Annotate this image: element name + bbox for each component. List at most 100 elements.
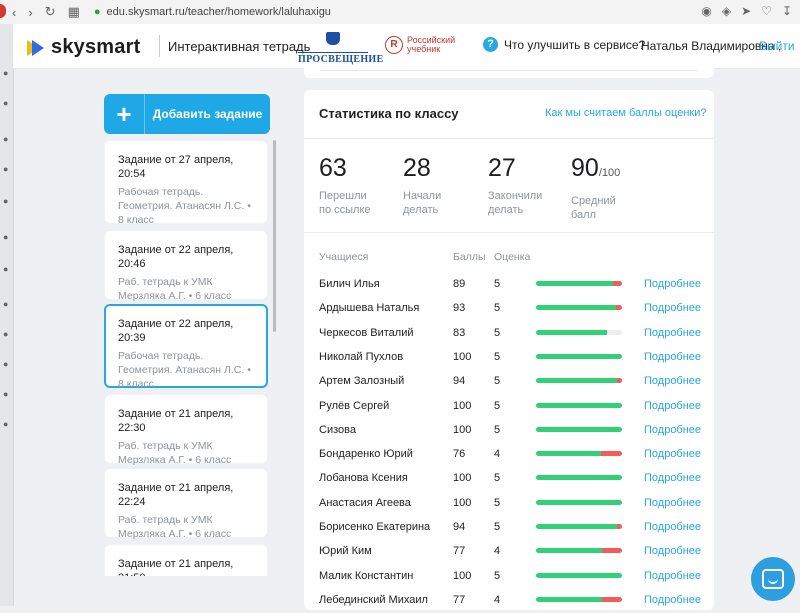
correct-portion <box>536 378 617 384</box>
divider <box>304 138 714 139</box>
side-app-icon[interactable]: ● <box>3 196 8 206</box>
task-card[interactable]: Задание от 21 апреля, 21:50 <box>104 544 268 576</box>
student-name: Черкесов Виталий <box>319 326 414 339</box>
correct-portion <box>536 305 616 311</box>
details-link[interactable]: Подробнее <box>644 400 701 412</box>
correct-portion <box>536 451 602 457</box>
support-chat-button[interactable] <box>751 557 795 601</box>
table-row: Борисенко Екатерина 94 5 Подробнее <box>304 516 714 540</box>
add-task-button[interactable]: + Добавить задание <box>104 94 270 134</box>
prosveshchenie-logo: ПРОСВЕЩЕНИЕ <box>298 32 384 65</box>
metric-suffix: /100 <box>598 167 621 179</box>
details-link[interactable]: Подробнее <box>644 545 701 557</box>
lock-icon: ● <box>93 6 101 18</box>
russian-textbook-icon: R <box>385 36 403 54</box>
task-card[interactable]: Задание от 27 апреля, 20:54 Рабочая тетр… <box>104 140 268 226</box>
details-link[interactable]: Подробнее <box>644 424 701 436</box>
metric-value: 27 <box>488 154 516 182</box>
table-row: Билич Илья 89 5 Подробнее <box>304 273 714 297</box>
details-link[interactable]: Подробнее <box>644 351 701 363</box>
task-description: Раб. тетрадь к УМК Мерзляка А.Г. • 6 кла… <box>118 276 232 302</box>
details-link[interactable]: Подробнее <box>644 327 701 339</box>
side-app-icon[interactable]: ● <box>3 389 8 399</box>
result-bar <box>536 329 622 335</box>
side-app-icon[interactable]: ● <box>3 134 8 144</box>
task-card[interactable]: Задание от 21 апреля, 22:30 Раб. тетрадь… <box>104 394 268 466</box>
reload-icon[interactable]: ↻ <box>45 4 56 20</box>
task-description: Рабочая тетрадь. Геометрия. Атанасян Л.С… <box>118 186 251 226</box>
correct-portion <box>536 402 622 408</box>
result-bar <box>536 378 622 384</box>
metric-label: Начали делать <box>403 190 442 216</box>
table-row: Сизова 100 5 Подробнее <box>304 419 714 443</box>
student-score: 100 <box>453 399 472 412</box>
forward-icon[interactable]: › <box>28 5 32 20</box>
side-app-icon[interactable]: ● <box>3 98 8 108</box>
details-link[interactable]: Подробнее <box>644 448 701 460</box>
student-name: Борисенко Екатерина <box>319 521 431 533</box>
task-card[interactable]: Задание от 21 апреля, 22:24 Раб. тетрадь… <box>104 468 268 540</box>
metric-label: Средний балл <box>571 195 616 221</box>
shield-icon[interactable]: ◈ <box>722 4 731 18</box>
side-app-icon[interactable]: ● <box>3 264 8 274</box>
side-app-icon[interactable]: ● <box>3 419 8 429</box>
details-link[interactable]: Подробнее <box>644 302 701 314</box>
camera-icon[interactable]: ◉ <box>701 4 711 18</box>
task-card[interactable]: Задание от 22 апреля, 20:46 Раб. тетрадь… <box>104 230 268 302</box>
metric-finished: 27 Закончили делать <box>488 154 542 217</box>
metric-value: 90 <box>571 154 599 182</box>
side-app-icon[interactable]: ● <box>3 164 8 174</box>
metric-value: 63 <box>319 154 347 182</box>
details-link[interactable]: Подробнее <box>644 594 701 606</box>
section-title: Интерактивная тетрадь <box>168 39 311 54</box>
send-icon[interactable]: ➤ <box>741 4 751 18</box>
student-score: 94 <box>453 375 466 388</box>
improve-service-link[interactable]: ? Что улучшить в сервисе? <box>483 37 645 52</box>
header-divider <box>159 35 160 57</box>
side-app-icon[interactable]: ● <box>3 329 8 339</box>
plus-icon: + <box>104 94 145 134</box>
back-icon[interactable]: ‹ <box>12 5 16 20</box>
student-score: 83 <box>453 326 466 339</box>
side-app-icon[interactable]: ● <box>3 359 8 369</box>
details-link[interactable]: Подробнее <box>644 375 701 387</box>
address-bar[interactable]: edu.skysmart.ru/teacher/homework/laluhax… <box>107 6 331 18</box>
details-link[interactable]: Подробнее <box>644 472 701 484</box>
result-bar <box>536 426 622 432</box>
logout-link[interactable]: Выйти <box>759 39 795 53</box>
student-grade: 5 <box>494 496 501 509</box>
details-link[interactable]: Подробнее <box>644 497 701 509</box>
browser-logo-icon <box>0 4 6 18</box>
russian-textbook-label: Российский учебник <box>407 35 456 54</box>
result-bar <box>536 524 622 529</box>
student-name: Лебединский Михаил <box>319 593 428 606</box>
scoring-help-link[interactable]: Как мы считаем баллы оценки? <box>545 107 706 119</box>
wrong-portion <box>602 596 622 602</box>
task-list-scrollbar[interactable] <box>273 140 276 332</box>
side-app-icon[interactable]: ● <box>3 299 8 309</box>
wrong-portion <box>602 548 622 554</box>
prosveshchenie-label: ПРОСВЕЩЕНИЕ <box>298 52 384 65</box>
download-icon[interactable]: ↧ <box>782 4 792 18</box>
student-name: Анастасия Агеева <box>319 496 411 509</box>
grid-icon[interactable]: ▦ <box>68 4 80 20</box>
result-bar <box>536 305 622 311</box>
correct-portion <box>536 596 603 602</box>
details-link[interactable]: Подробнее <box>644 521 701 533</box>
skysmart-logo[interactable]: skysmart <box>27 36 140 59</box>
task-title: Задание от 21 апреля, 22:24 <box>118 482 234 508</box>
task-description: Раб. тетрадь к УМК Мерзляка А.Г. • 6 кла… <box>118 514 232 540</box>
student-grade: 4 <box>494 448 501 461</box>
details-link[interactable]: Подробнее <box>644 570 701 582</box>
column-header-score: Баллы <box>453 251 486 263</box>
side-app-icon[interactable]: ● <box>3 68 8 78</box>
heart-icon[interactable]: ♡ <box>761 4 772 18</box>
side-app-icon[interactable]: ● <box>3 232 8 242</box>
wrong-portion <box>615 305 622 311</box>
details-link[interactable]: Подробнее <box>644 278 701 290</box>
task-card-selected[interactable]: Задание от 22 апреля, 20:39 Рабочая тетр… <box>104 304 268 390</box>
student-score: 100 <box>453 569 472 582</box>
brand-name: skysmart <box>51 36 141 58</box>
student-name: Ардышева Наталья <box>319 302 420 315</box>
correct-portion <box>536 548 603 554</box>
